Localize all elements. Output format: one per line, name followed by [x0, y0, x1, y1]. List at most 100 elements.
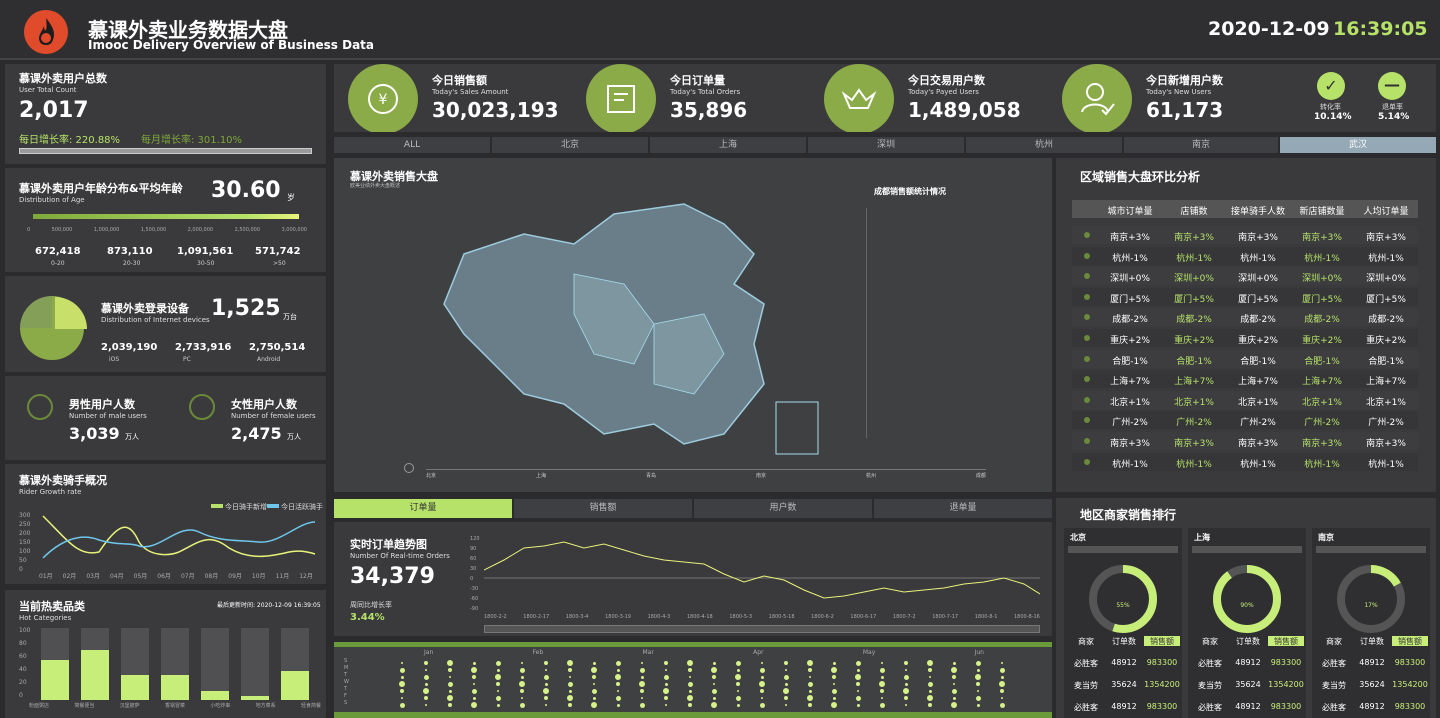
- tab-orders[interactable]: 订单量: [334, 499, 512, 518]
- calendar-dot[interactable]: [855, 674, 861, 680]
- calendar-dot[interactable]: [711, 667, 717, 673]
- calendar-dot[interactable]: [448, 689, 452, 693]
- calendar-dot[interactable]: [472, 675, 476, 679]
- calendar-dot[interactable]: [951, 702, 957, 708]
- calendar-dot[interactable]: [807, 681, 813, 687]
- calendar-dot[interactable]: [520, 689, 524, 693]
- calendar-dot[interactable]: [952, 675, 956, 679]
- calendar-dot[interactable]: [401, 662, 403, 664]
- calendar-dot[interactable]: [545, 669, 547, 671]
- calendar-dot[interactable]: [736, 703, 740, 707]
- tab-beijing[interactable]: 北京: [492, 137, 648, 153]
- tab-sales[interactable]: 销售额: [514, 499, 692, 518]
- calendar-dot[interactable]: [999, 681, 1005, 687]
- calendar-dot[interactable]: [711, 702, 717, 708]
- calendar-dot[interactable]: [593, 683, 595, 685]
- calendar-dot[interactable]: [831, 667, 837, 673]
- calendar-dot[interactable]: [472, 696, 476, 700]
- tab-refunds[interactable]: 退单量: [874, 499, 1052, 518]
- rank-col-header[interactable]: 商家: [1316, 636, 1352, 646]
- calendar-dot[interactable]: [879, 681, 885, 687]
- calendar-dot[interactable]: [1000, 689, 1004, 693]
- calendar-dot[interactable]: [832, 661, 836, 665]
- calendar-dot[interactable]: [471, 688, 477, 694]
- hot-bar[interactable]: [41, 660, 69, 700]
- calendar-dot[interactable]: [711, 688, 717, 694]
- calendar-dot[interactable]: [425, 669, 427, 671]
- calendar-dot[interactable]: [616, 682, 620, 686]
- calendar-dot[interactable]: [904, 696, 908, 700]
- calendar-dot[interactable]: [592, 675, 596, 679]
- hot-bar[interactable]: [121, 674, 149, 700]
- calendar-dot[interactable]: [688, 668, 692, 672]
- calendar-dot[interactable]: [999, 702, 1005, 708]
- calendar-dot[interactable]: [641, 697, 643, 699]
- calendar-dot[interactable]: [712, 661, 716, 665]
- calendar-dot[interactable]: [568, 703, 572, 707]
- calendar-dot[interactable]: [880, 689, 884, 693]
- rank-col-header[interactable]: 销售额: [1144, 636, 1180, 646]
- calendar-dot[interactable]: [928, 668, 932, 672]
- calendar-dot[interactable]: [735, 660, 741, 666]
- rank-col-header[interactable]: 订单数: [1230, 636, 1266, 646]
- calendar-dot[interactable]: [928, 703, 932, 707]
- calendar-dot[interactable]: [809, 676, 811, 678]
- calendar-dot[interactable]: [999, 667, 1005, 673]
- calendar-dot[interactable]: [689, 676, 691, 678]
- calendar-dot[interactable]: [952, 696, 956, 700]
- calendar-dot[interactable]: [687, 681, 693, 687]
- calendar-dot[interactable]: [977, 690, 979, 692]
- calendar-dot[interactable]: [688, 703, 692, 707]
- calendar-dot[interactable]: [615, 660, 621, 666]
- calendar-dot[interactable]: [448, 668, 452, 672]
- calendar-dot[interactable]: [447, 695, 453, 701]
- calendar-dot[interactable]: [783, 674, 789, 680]
- calendar-dot[interactable]: [808, 668, 812, 672]
- calendar-dot[interactable]: [521, 697, 523, 699]
- calendar-dot[interactable]: [569, 676, 571, 678]
- calendar-dot[interactable]: [663, 674, 669, 680]
- calendar-dot[interactable]: [713, 683, 715, 685]
- tab-nanjing[interactable]: 南京: [1124, 137, 1278, 153]
- calendar-dot[interactable]: [952, 661, 956, 665]
- calendar-dot[interactable]: [497, 690, 499, 692]
- calendar-dot[interactable]: [496, 668, 500, 672]
- calendar-dot[interactable]: [640, 689, 644, 693]
- timeline-label[interactable]: 北京: [426, 472, 436, 479]
- calendar-dot[interactable]: [495, 695, 501, 701]
- calendar-dot[interactable]: [807, 695, 813, 701]
- calendar-dot[interactable]: [544, 661, 548, 665]
- calendar-dot[interactable]: [544, 682, 548, 686]
- timeline-labels[interactable]: 北京 上海 青岛 南京 杭州 成都: [426, 472, 986, 479]
- calendar-dot[interactable]: [496, 703, 500, 707]
- zoom-slider[interactable]: [484, 625, 1040, 633]
- calendar-dot[interactable]: [471, 702, 477, 708]
- calendar-dot[interactable]: [639, 702, 645, 708]
- calendar-dot[interactable]: [545, 704, 547, 706]
- calendar-dot[interactable]: [664, 682, 668, 686]
- calendar-dot[interactable]: [448, 703, 452, 707]
- calendar-dot[interactable]: [519, 681, 525, 687]
- calendar-dot[interactable]: [471, 667, 477, 673]
- calendar-dot[interactable]: [975, 660, 981, 666]
- calendar-dot[interactable]: [953, 683, 955, 685]
- hot-bar[interactable]: [161, 674, 189, 700]
- calendar-dot[interactable]: [807, 660, 813, 666]
- calendar-dot[interactable]: [832, 696, 836, 700]
- calendar-dot[interactable]: [927, 681, 933, 687]
- calendar-dot[interactable]: [904, 682, 908, 686]
- timeline-label[interactable]: 上海: [536, 472, 546, 479]
- calendar-dot[interactable]: [616, 668, 620, 672]
- rank-col-header[interactable]: 商家: [1192, 636, 1228, 646]
- calendar-dot[interactable]: [495, 674, 501, 680]
- calendar-dot[interactable]: [759, 681, 765, 687]
- calendar-dot[interactable]: [831, 688, 837, 694]
- rank-col-header[interactable]: 订单数: [1354, 636, 1390, 646]
- calendar-dot[interactable]: [785, 669, 787, 671]
- calendar-dot[interactable]: [832, 675, 836, 679]
- calendar-dot[interactable]: [639, 681, 645, 687]
- calendar-dot[interactable]: [519, 702, 525, 708]
- calendar-dot[interactable]: [425, 704, 427, 706]
- calendar-dot[interactable]: [568, 689, 572, 693]
- calendar-dot[interactable]: [975, 695, 981, 701]
